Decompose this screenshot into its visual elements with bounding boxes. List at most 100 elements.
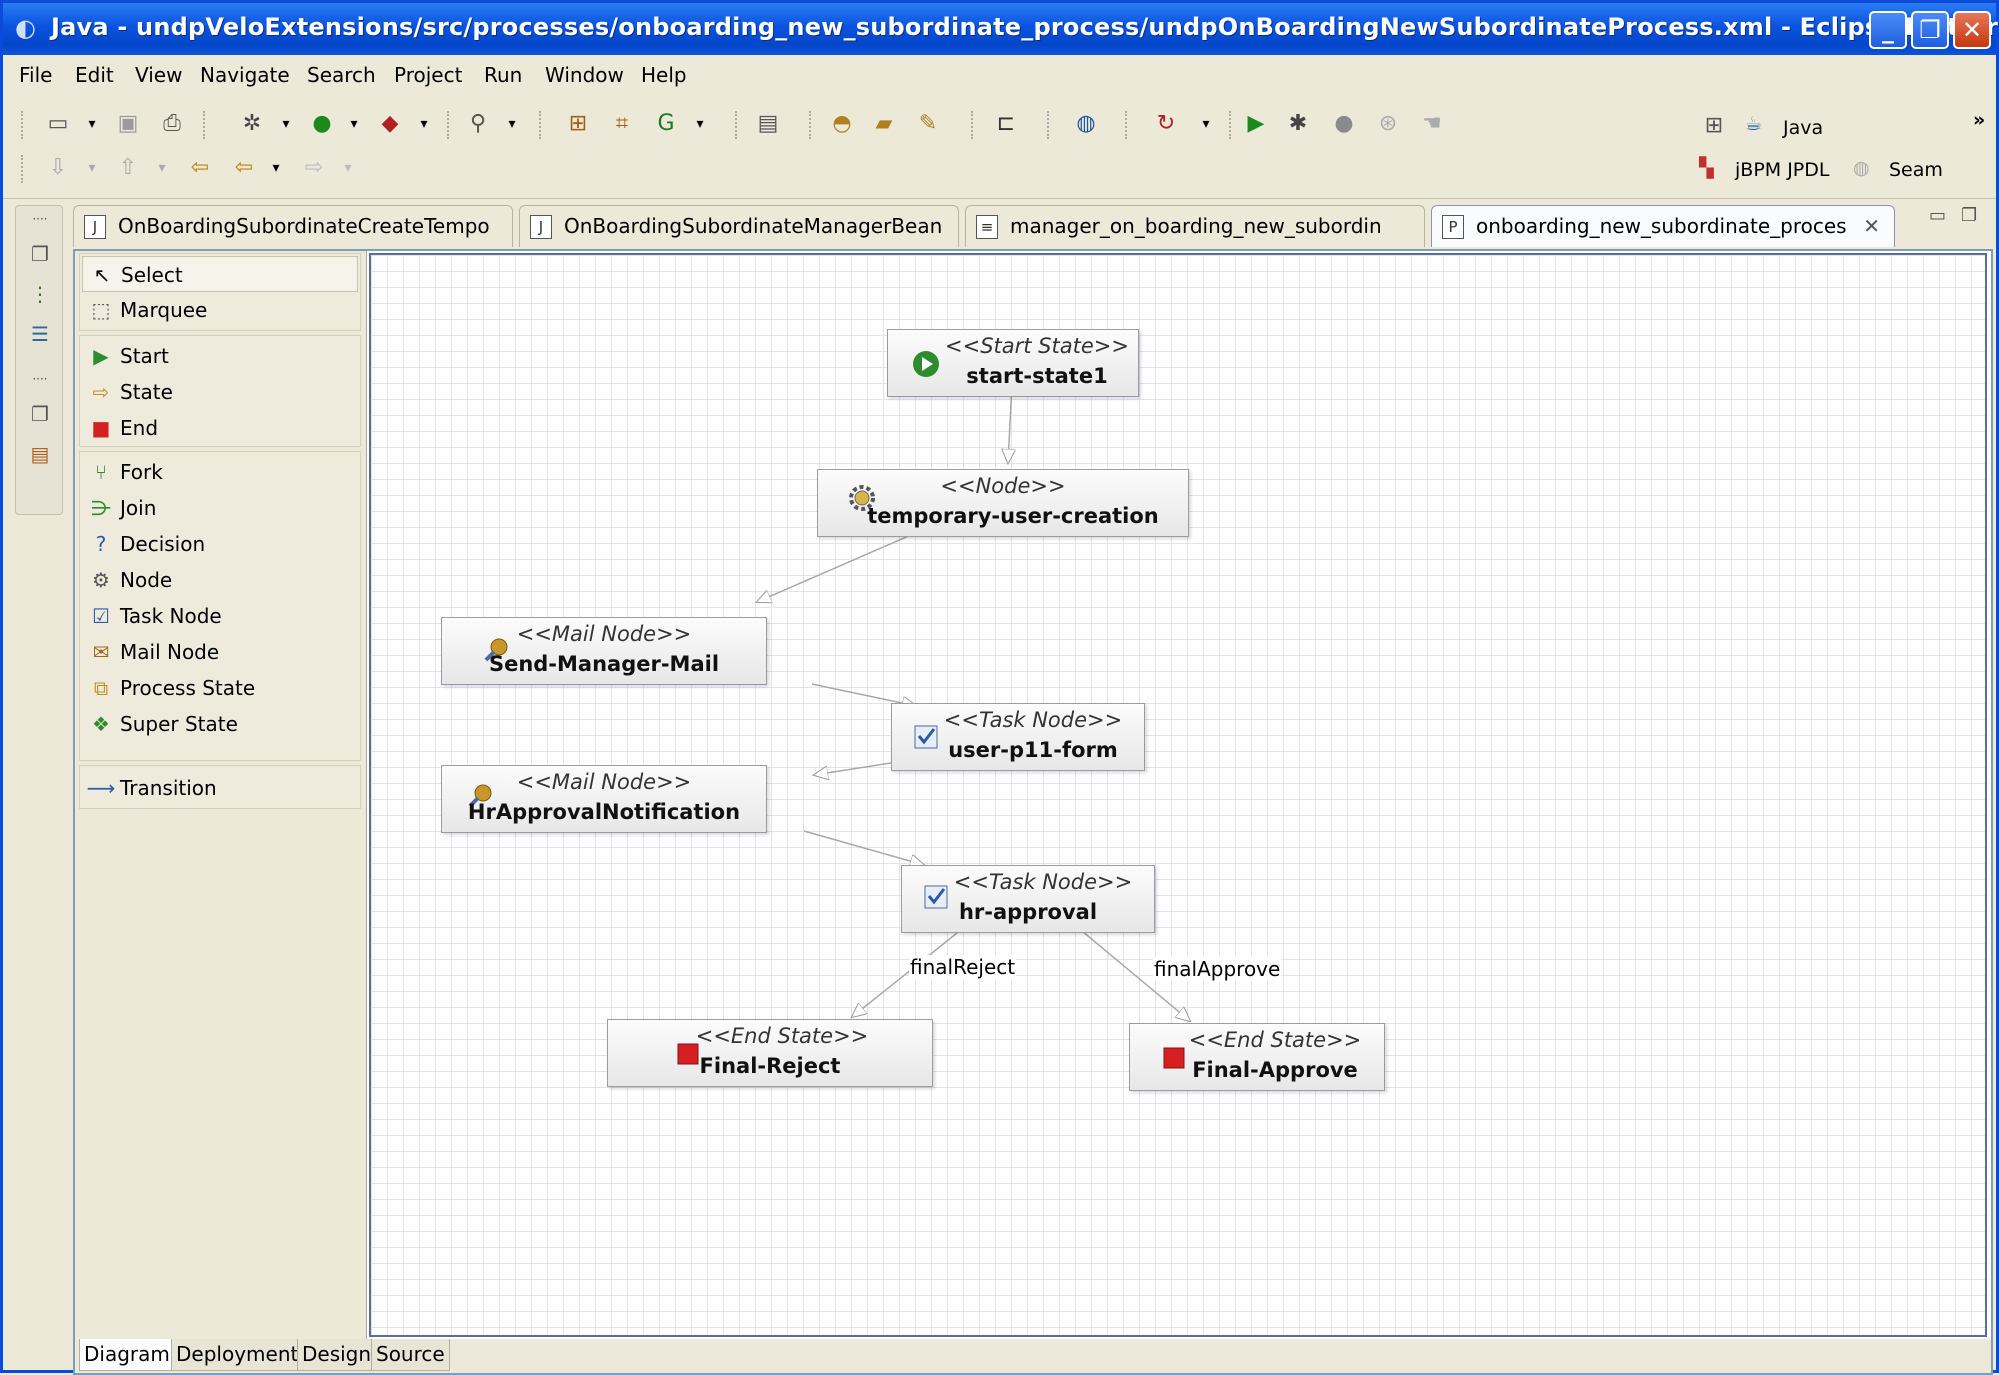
play-icon[interactable]: ▶ [1243,111,1269,137]
new-class-icon[interactable]: ⌗ [609,111,635,137]
more-perspectives-icon[interactable]: » [1973,109,1985,131]
open-perspective-icon[interactable]: ⊞ [1701,113,1727,139]
node-hr-approval-notification[interactable]: <<Mail Node>> HrApprovalNotification [441,765,767,833]
next-annotation-icon[interactable]: ⇩ [45,155,71,181]
palette-join[interactable]: ⋺ Join [86,490,156,526]
palette-super-state[interactable]: ❖ Super State [86,706,238,742]
tab-create-tempo[interactable]: J OnBoardingSubordinateCreateTempo [73,205,513,247]
maximize-button[interactable]: ❐ [1911,11,1949,49]
close-tab-icon[interactable]: ✕ [1863,206,1880,246]
node-start-state[interactable]: <<Start State>> start-state1 [887,329,1139,397]
perspective-jbpm[interactable]: jBPM JPDL [1735,159,1829,181]
drag-handle-icon[interactable]: ···· [28,372,52,396]
eclipse-window: ◐ Java - undpVeloExtensions/src/processe… [0,0,1999,1375]
palette-start[interactable]: ▶ Start [86,338,169,374]
dropdown-icon[interactable]: ▾ [273,111,299,137]
dropdown-icon[interactable]: ▾ [335,155,361,181]
dropdown-icon[interactable]: ▾ [79,111,105,137]
menu-window[interactable]: Window [545,63,624,87]
node-final-approve[interactable]: <<End State>> Final-Approve [1129,1023,1385,1091]
menu-view[interactable]: View [135,63,182,87]
state-icon: ⇨ [92,380,110,404]
print-icon[interactable]: ⎙ [159,111,185,137]
forward-icon[interactable]: ⇨ [301,155,327,181]
palette-process-state[interactable]: ⧉ Process State [86,670,255,706]
dropdown-icon[interactable]: ▾ [411,111,437,137]
node-send-manager-mail[interactable]: <<Mail Node>> Send-Manager-Mail [441,617,767,685]
last-edit-icon[interactable]: ⇦ [187,155,213,181]
tab-source[interactable]: Source [371,1339,450,1371]
new-wizard-icon[interactable]: G [653,111,679,137]
transition-hrmail-to-hr[interactable] [803,830,924,865]
menu-run[interactable]: Run [484,63,522,87]
new-package-icon[interactable]: ⊞ [565,111,591,137]
pencil-icon[interactable]: ✎ [915,111,941,137]
prev-annotation-icon[interactable]: ⇧ [115,155,141,181]
palette-transition[interactable]: ⟶ Transition [86,770,217,806]
palette-node[interactable]: ⚙ Node [86,562,172,598]
menu-search[interactable]: Search [307,63,376,87]
transition-tmp-to-mail[interactable] [757,527,928,602]
publish-icon[interactable]: ⊛ [1375,111,1401,137]
dropdown-icon[interactable]: ▾ [149,155,175,181]
minimize-button[interactable]: _ [1869,11,1907,49]
drag-handle-icon[interactable]: ···· [28,212,52,236]
new-icon[interactable]: ▭ [45,111,71,137]
tab-deployment[interactable]: Deployment [171,1339,304,1371]
dropdown-icon[interactable]: ▾ [79,155,105,181]
outline-icon[interactable]: ☰ [28,322,52,346]
run-icon[interactable]: ● [309,111,335,137]
back-icon[interactable]: ⇦ [231,155,257,181]
menu-project[interactable]: Project [394,63,462,87]
tab-diagram[interactable]: Diagram [79,1339,175,1371]
palette-task-node[interactable]: ☑ Task Node [86,598,222,634]
refresh-icon[interactable]: ↻ [1153,111,1179,137]
tab-onboarding-process[interactable]: P onboarding_new_subordinate_proces ✕ [1431,205,1895,247]
palette-marquee[interactable]: ⬚ Marquee [86,292,208,328]
tab-manager-bean[interactable]: J OnBoardingSubordinateManagerBean [519,205,959,247]
restore-icon[interactable]: ❐ [28,242,52,266]
palette-mail-node[interactable]: ✉ Mail Node [86,634,220,670]
menu-navigate[interactable]: Navigate [200,63,290,87]
dropdown-icon[interactable]: ▾ [341,111,367,137]
menu-file[interactable]: File [19,63,52,87]
tasks-icon[interactable]: ▤ [28,442,52,466]
hand-icon[interactable]: ☚ [1419,111,1445,137]
search-icon[interactable]: ⚲ [465,111,491,137]
tab-design[interactable]: Design [297,1339,377,1371]
open-file-icon[interactable]: ▤ [755,111,781,137]
node-temporary-user-creation[interactable]: <<Node>> temporary-user-creation [817,469,1189,537]
perspective-java[interactable]: Java [1783,117,1823,139]
palette-end[interactable]: ■ End [86,410,158,446]
toggle-icon[interactable]: ⊏ [993,111,1019,137]
maximize-editor-icon[interactable]: ❐ [1961,205,1977,226]
dropdown-icon[interactable]: ▾ [1193,111,1219,137]
hierarchy-icon[interactable]: ⋮ [28,282,52,306]
dropdown-icon[interactable]: ▾ [263,155,289,181]
perspective-seam[interactable]: Seam [1889,159,1943,181]
open-type-icon[interactable]: ◓ [829,111,855,137]
tab-manager-onboarding[interactable]: ≡ manager_on_boarding_new_subordin [965,205,1425,247]
node-user-p11-form[interactable]: <<Task Node>> user-p11-form [891,703,1145,771]
globe-icon[interactable]: ◍ [1073,111,1099,137]
dropdown-icon[interactable]: ▾ [499,111,525,137]
palette-decision[interactable]: ? Decision [86,526,205,562]
dropdown-icon[interactable]: ▾ [687,111,713,137]
open-folder-icon[interactable]: ▰ [871,111,897,137]
debug-server-icon[interactable]: ✱ [1285,111,1311,137]
save-icon[interactable]: ▣ [115,111,141,137]
stop-icon[interactable]: ● [1331,111,1357,137]
menu-help[interactable]: Help [641,63,687,87]
restore-icon[interactable]: ❐ [28,402,52,426]
external-tools-icon[interactable]: ◆ [377,111,403,137]
minimize-editor-icon[interactable]: ▭ [1929,205,1946,226]
debug-icon[interactable]: ✲ [239,111,265,137]
menu-edit[interactable]: Edit [75,63,114,87]
node-hr-approval[interactable]: <<Task Node>> hr-approval [901,865,1155,933]
diagram-canvas[interactable]: <<Start State>> start-state1 <<Node>> te… [369,253,1987,1337]
node-final-reject[interactable]: <<End State>> Final-Reject [607,1019,933,1087]
palette-fork[interactable]: ⑂ Fork [86,454,163,490]
palette-state[interactable]: ⇨ State [86,374,173,410]
palette-select[interactable]: ↖ Select [82,256,358,292]
close-button[interactable]: ✕ [1953,11,1991,49]
